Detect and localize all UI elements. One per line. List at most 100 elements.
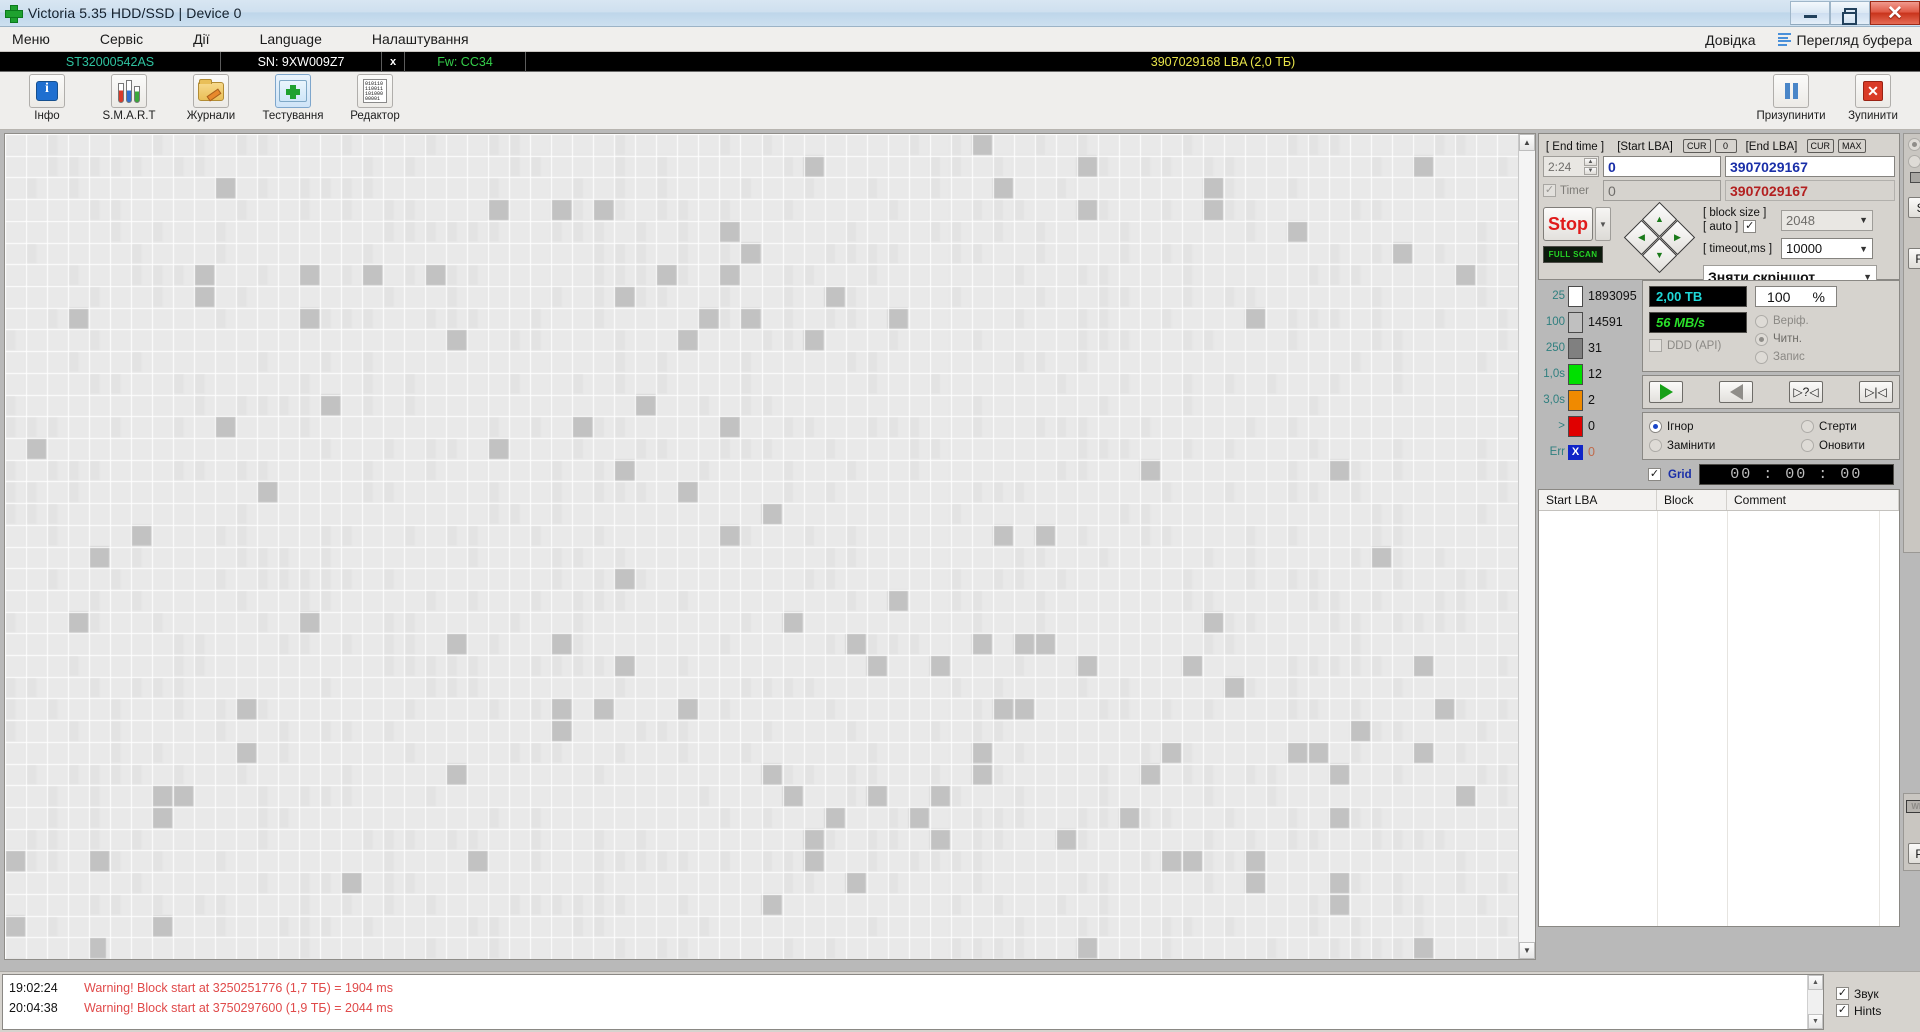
menu-item-menu[interactable]: Меню (0, 29, 62, 49)
sound-label: Звук (1854, 986, 1879, 1001)
pio-radio[interactable] (1908, 155, 1920, 168)
passport-button[interactable]: Passp (1908, 843, 1920, 864)
log-box[interactable]: 19:02:24 Warning! Block start at 3250251… (2, 974, 1824, 1030)
log-options: ✓ Звук ✓ Hints (1824, 972, 1920, 1032)
toolbar-button-testing[interactable]: Тестування (252, 72, 334, 128)
seek-end-button[interactable]: ▷|◁ (1859, 381, 1893, 403)
end-lba-secondary: 3907029167 (1725, 180, 1895, 201)
column-comment[interactable]: Comment (1727, 490, 1899, 510)
minimize-button[interactable] (1790, 1, 1830, 25)
menu-item-help[interactable]: Довідка (1705, 32, 1755, 48)
navigation-dpad[interactable]: ▲ ◀ ▶ ▼ (1623, 201, 1696, 274)
side-tools-box: API PIO Sleep Recall (1903, 133, 1920, 553)
column-divider (1727, 511, 1728, 926)
start-lba-input[interactable]: 0 (1603, 156, 1721, 177)
restore-icon (1841, 7, 1857, 25)
menu-item-actions[interactable]: Дії (181, 29, 221, 49)
scan-back-button[interactable] (1719, 381, 1753, 403)
ddd-api-checkbox[interactable] (1649, 339, 1662, 352)
end-lba-secondary-value: 3907029167 (1730, 182, 1808, 199)
api-mode-option[interactable]: API (1908, 138, 1920, 151)
scan-map-scrollbar[interactable]: ▲ ▼ (1518, 134, 1535, 959)
start-lba-zero-button[interactable]: 0 (1714, 139, 1737, 153)
scroll-up-icon[interactable]: ▲ (1519, 134, 1535, 151)
defect-radio-ignore[interactable] (1649, 420, 1662, 433)
toolbar-label-editor: Редактор (350, 110, 400, 122)
arrow-down-icon: ▼ (1655, 249, 1664, 260)
scroll-down-icon[interactable]: ▼ (1519, 942, 1535, 959)
status-column: 2,00 ТВ 100 % 56 MB/s DDD (API) Веріф. Ч… (1642, 280, 1900, 485)
stop-dropdown-icon[interactable]: ▼ (1595, 207, 1611, 241)
seek-question-button[interactable]: ▷?◁ (1789, 381, 1823, 403)
legend-row: > 0 (1538, 413, 1642, 439)
legend-row: 1,0s 12 (1538, 361, 1642, 387)
drive-close-button[interactable]: x (382, 52, 404, 71)
log-scrollbar[interactable]: ▲ ▼ (1807, 975, 1823, 1029)
sound-option[interactable]: ✓ Звук (1836, 987, 1920, 1001)
menu-item-settings[interactable]: Налаштування (360, 29, 481, 49)
info-icon (29, 74, 65, 108)
menu-item-language[interactable]: Language (248, 29, 334, 49)
toolbar-button-editor[interactable]: 010110 110011 101000 00001 Редактор (334, 72, 416, 128)
recall-button[interactable]: Recall (1908, 248, 1920, 269)
legend-count: 14591 (1588, 315, 1623, 329)
log-scroll-up-icon[interactable]: ▲ (1808, 975, 1823, 990)
legend-threshold: 100 (1545, 316, 1565, 328)
mode-radio-write[interactable] (1755, 350, 1768, 364)
defect-radio-replace[interactable] (1649, 439, 1662, 452)
end-lba-cur-button[interactable]: CUR (1806, 139, 1834, 153)
wr-button[interactable]: WR (1906, 800, 1920, 813)
column-block[interactable]: Block (1657, 490, 1727, 510)
timer-checkbox[interactable]: ✓ (1543, 184, 1556, 197)
green-cross-icon (5, 5, 23, 23)
log-entry: 20:04:38 Warning! Block start at 3750297… (9, 998, 1807, 1018)
end-lba-value: 3907029167 (1730, 158, 1808, 175)
timeout-value: 10000 (1786, 241, 1823, 256)
stop-x-icon: ✕ (1855, 74, 1891, 108)
status-readouts-box: 2,00 ТВ 100 % 56 MB/s DDD (API) Веріф. Ч… (1642, 280, 1900, 372)
sound-checkbox[interactable]: ✓ (1836, 987, 1849, 1000)
start-lba-cur-button[interactable]: CUR (1683, 139, 1711, 153)
defect-radio-erase[interactable] (1801, 420, 1814, 433)
end-lba-max-button[interactable]: MAX (1838, 139, 1866, 153)
scan-map-canvas[interactable] (5, 134, 1518, 959)
percent-readout: 100 % (1755, 286, 1837, 307)
menu-item-service[interactable]: Сервіс (88, 29, 155, 49)
timeout-select[interactable]: 10000 ▼ (1781, 238, 1873, 259)
api-radio[interactable] (1908, 138, 1920, 151)
drive-firmware: Fw: CC34 (437, 54, 493, 69)
grid-checkbox[interactable]: ✓ (1648, 468, 1661, 481)
scrollbar-track[interactable] (1519, 151, 1535, 942)
mode-radio-read[interactable] (1755, 332, 1768, 346)
stop-button[interactable]: Stop (1543, 207, 1593, 241)
close-button[interactable]: ✕ (1870, 1, 1920, 25)
toolbar-button-smart[interactable]: S.M.A.R.T (88, 72, 170, 128)
block-size-select[interactable]: 2048 ▼ (1781, 209, 1873, 231)
defect-radio-refresh[interactable] (1801, 439, 1814, 452)
folder-pencil-icon (193, 74, 229, 108)
defect-table[interactable]: Start LBA Block Comment (1538, 489, 1900, 927)
full-scan-badge: FULL SCAN (1543, 246, 1603, 263)
scan-map-canvas-wrap[interactable] (5, 134, 1518, 959)
sleep-button[interactable]: Sleep (1908, 197, 1920, 218)
auto-checkbox[interactable]: ✓ (1743, 220, 1757, 233)
maximize-button[interactable] (1830, 1, 1870, 25)
end-lba-input[interactable]: 3907029167 (1725, 156, 1895, 177)
end-time-spinner[interactable]: ▲ ▼ (1584, 158, 1597, 175)
end-time-field[interactable]: 2:24 ▲ ▼ (1543, 156, 1599, 177)
column-start-lba[interactable]: Start LBA (1539, 490, 1657, 510)
timer-value-field[interactable]: 0 (1603, 180, 1721, 201)
grid-label: Grid (1668, 468, 1692, 481)
toolbar-button-stop[interactable]: ✕ Зупинити (1832, 72, 1914, 128)
pio-mode-option[interactable]: PIO (1908, 155, 1920, 168)
hints-checkbox[interactable]: ✓ (1836, 1004, 1849, 1017)
log-scroll-down-icon[interactable]: ▼ (1808, 1014, 1823, 1029)
defect-table-body[interactable] (1539, 511, 1899, 926)
toolbar-button-info[interactable]: Інфо (6, 72, 88, 128)
toolbar-button-pause[interactable]: Призупинити (1750, 72, 1832, 128)
buffer-view-button[interactable]: Перегляд буфера (1777, 32, 1912, 48)
toolbar-button-logs[interactable]: Журнали (170, 72, 252, 128)
mode-radio-verify[interactable] (1755, 314, 1768, 328)
hints-option[interactable]: ✓ Hints (1836, 1004, 1920, 1018)
scan-forward-button[interactable] (1649, 381, 1683, 403)
